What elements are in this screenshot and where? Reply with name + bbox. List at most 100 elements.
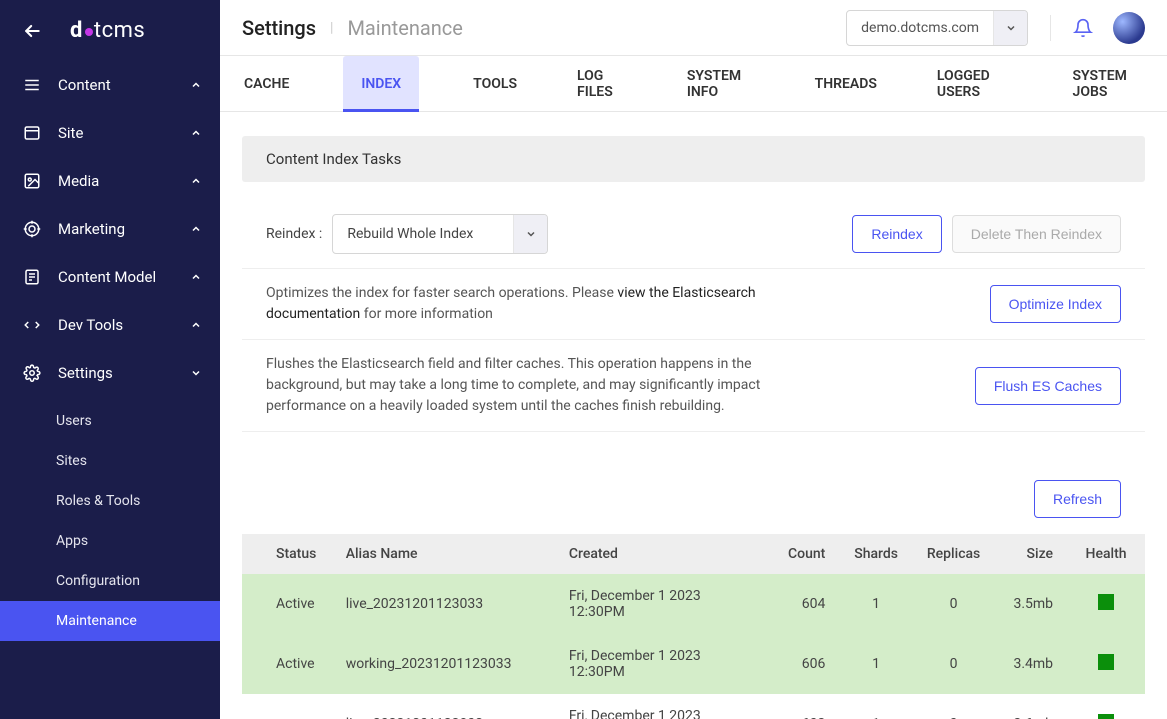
main: Settings | Maintenance demo.dotcms.com C…: [220, 0, 1167, 719]
subnav-sites[interactable]: Sites: [0, 441, 220, 481]
refresh-row: Refresh: [242, 432, 1145, 534]
subnav-users[interactable]: Users: [0, 401, 220, 441]
site-selector-value: demo.dotcms.com: [847, 20, 993, 36]
reindex-row: Reindex : Rebuild Whole Index Reindex De…: [242, 200, 1145, 269]
breadcrumb-separator: |: [330, 20, 333, 36]
cell-status: Active: [242, 634, 332, 694]
subnav-roles[interactable]: Roles & Tools: [0, 481, 220, 521]
settings-subnav: Users Sites Roles & Tools Apps Configura…: [0, 397, 220, 649]
subnav-apps[interactable]: Apps: [0, 521, 220, 561]
optimize-index-button[interactable]: Optimize Index: [990, 285, 1121, 323]
table-row[interactable]: live_20231201122802Fri, December 1 2023 …: [242, 694, 1145, 719]
dev-tools-icon: [22, 316, 42, 334]
tab-cache[interactable]: CACHE: [238, 56, 295, 111]
sidebar-item-site[interactable]: Site: [0, 109, 220, 157]
tab-logged-users[interactable]: LOGGED USERS: [931, 56, 1019, 111]
cell-shards: 1: [839, 574, 913, 634]
reindex-select[interactable]: Rebuild Whole Index: [332, 214, 548, 254]
tab-threads[interactable]: THREADS: [809, 56, 883, 111]
refresh-button[interactable]: Refresh: [1034, 480, 1121, 518]
sidebar-item-content[interactable]: Content: [0, 61, 220, 109]
cell-alias: live_20231201122802: [332, 694, 555, 719]
sidebar-item-label: Media: [58, 172, 99, 190]
cell-health: [1067, 574, 1145, 634]
sidebar-item-label: Dev Tools: [58, 316, 123, 334]
th-count: Count: [767, 534, 839, 574]
flush-es-caches-button[interactable]: Flush ES Caches: [975, 367, 1121, 405]
optimize-help-text: Optimizes the index for faster search op…: [266, 283, 826, 325]
cell-size: 3.6mb: [994, 694, 1067, 719]
cell-replicas: 0: [913, 694, 994, 719]
chevron-down-icon[interactable]: [993, 11, 1027, 45]
marketing-icon: [22, 220, 42, 238]
sidebar-item-label: Settings: [58, 364, 113, 382]
breadcrumb-root[interactable]: Settings: [242, 16, 316, 40]
sidebar-item-dev-tools[interactable]: Dev Tools: [0, 301, 220, 349]
health-indicator-icon: [1098, 714, 1114, 719]
chevron-down-icon[interactable]: [513, 215, 547, 253]
avatar[interactable]: [1113, 12, 1145, 44]
bell-icon[interactable]: [1073, 18, 1093, 38]
optimize-help-pre: Optimizes the index for faster search op…: [266, 285, 617, 301]
reindex-select-value: Rebuild Whole Index: [333, 226, 513, 242]
tab-system-info[interactable]: SYSTEM INFO: [681, 56, 761, 111]
health-indicator-icon: [1098, 654, 1114, 670]
th-alias: Alias Name: [332, 534, 555, 574]
th-shards: Shards: [839, 534, 913, 574]
cell-status: Active: [242, 574, 332, 634]
table-row[interactable]: Activeworking_20231201123033Fri, Decembe…: [242, 634, 1145, 694]
table-row[interactable]: Activelive_20231201123033Fri, December 1…: [242, 574, 1145, 634]
sidebar-item-marketing[interactable]: Marketing: [0, 205, 220, 253]
delete-reindex-button: Delete Then Reindex: [952, 215, 1121, 253]
logo-suffix: tcms: [94, 18, 145, 43]
cell-created: Fri, December 1 2023 12:30PM: [555, 574, 767, 634]
content-icon: [22, 76, 42, 94]
th-health: Health: [1067, 534, 1145, 574]
cell-replicas: 0: [913, 574, 994, 634]
th-size: Size: [994, 534, 1067, 574]
cell-health: [1067, 634, 1145, 694]
cell-alias: working_20231201123033: [332, 634, 555, 694]
tab-tools[interactable]: TOOLS: [467, 56, 523, 111]
optimize-row: Optimizes the index for faster search op…: [242, 269, 1145, 340]
site-selector[interactable]: demo.dotcms.com: [846, 10, 1028, 46]
chevron-up-icon: [190, 127, 202, 139]
tab-system-jobs[interactable]: SYSTEM JOBS: [1067, 56, 1149, 111]
cell-alias: live_20231201123033: [332, 574, 555, 634]
cell-shards: 1: [839, 634, 913, 694]
sidebar-item-content-model[interactable]: Content Model: [0, 253, 220, 301]
reindex-label: Reindex :: [266, 226, 322, 242]
sidebar-item-label: Content Model: [58, 268, 156, 286]
sidebar-item-media[interactable]: Media: [0, 157, 220, 205]
back-icon[interactable]: [22, 21, 42, 41]
site-icon: [22, 124, 42, 142]
cell-shards: 1: [839, 694, 913, 719]
cell-created: Fri, December 1 2023 12:30PM: [555, 634, 767, 694]
chevron-up-icon: [190, 223, 202, 235]
sidebar-header: d tcms: [0, 0, 220, 61]
content-model-icon: [22, 268, 42, 286]
chevron-up-icon: [190, 271, 202, 283]
sidebar-item-label: Content: [58, 76, 111, 94]
cell-count: 604: [767, 574, 839, 634]
subnav-maintenance[interactable]: Maintenance: [0, 601, 220, 641]
cell-replicas: 0: [913, 634, 994, 694]
cell-count: 606: [767, 634, 839, 694]
reindex-button[interactable]: Reindex: [852, 215, 941, 253]
chevron-up-icon: [190, 175, 202, 187]
gear-icon: [22, 364, 42, 382]
tab-log-files[interactable]: LOG FILES: [571, 56, 633, 111]
logo: d tcms: [70, 18, 145, 43]
index-table: Status Alias Name Created Count Shards R…: [242, 534, 1145, 719]
th-replicas: Replicas: [913, 534, 994, 574]
tabs: CACHE INDEX TOOLS LOG FILES SYSTEM INFO …: [220, 56, 1167, 112]
optimize-help-post: for more information: [360, 306, 493, 322]
subnav-configuration[interactable]: Configuration: [0, 561, 220, 601]
flush-help-text: Flushes the Elasticsearch field and filt…: [266, 354, 826, 417]
tab-index[interactable]: INDEX: [343, 56, 419, 111]
cell-size: 3.4mb: [994, 634, 1067, 694]
sidebar-item-settings[interactable]: Settings: [0, 349, 220, 397]
chevron-up-icon: [190, 319, 202, 331]
health-indicator-icon: [1098, 594, 1114, 610]
cell-health: [1067, 694, 1145, 719]
